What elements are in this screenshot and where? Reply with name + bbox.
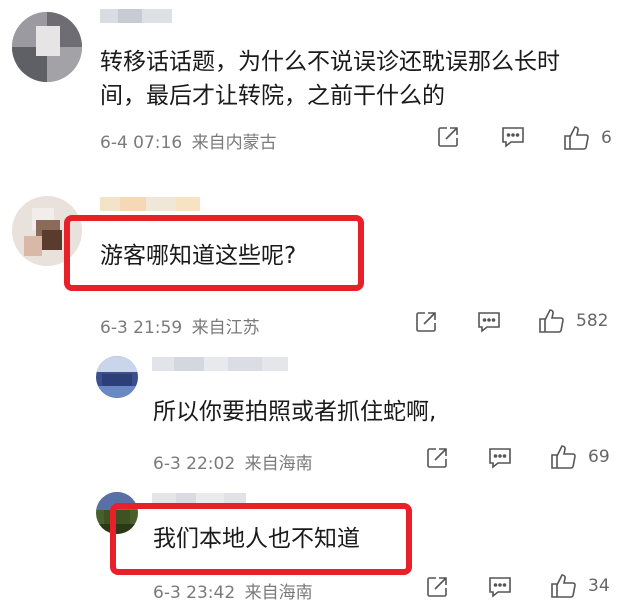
like-count: 6 bbox=[601, 128, 612, 148]
comment-button[interactable] bbox=[487, 575, 513, 599]
like-button[interactable]: 582 bbox=[538, 308, 608, 334]
like-count: 69 bbox=[588, 447, 610, 467]
like-count: 582 bbox=[576, 311, 609, 331]
comment-icon bbox=[489, 448, 511, 469]
share-icon bbox=[427, 448, 447, 468]
comment-button[interactable] bbox=[487, 446, 513, 470]
share-icon bbox=[416, 312, 436, 332]
comment-meta: 6-3 21:59 来自江苏 bbox=[100, 313, 260, 338]
comment-icon bbox=[478, 312, 500, 333]
comment-date: 6-3 21:59 bbox=[100, 318, 183, 338]
username-blurred[interactable] bbox=[100, 196, 200, 211]
comment-text: 我们本地人也不知道 bbox=[153, 526, 360, 552]
comment-meta: 6-3 23:42 来自海南 bbox=[153, 578, 313, 603]
comment-text-line-1: 转移话话题，为什么不说误诊还耽误那么长时 bbox=[100, 49, 560, 75]
share-button[interactable] bbox=[414, 310, 438, 334]
like-count: 34 bbox=[588, 576, 610, 596]
comment-icon bbox=[502, 127, 524, 148]
comment-text-line-2: 间，最后才让转院，之前干什么的 bbox=[100, 83, 445, 109]
share-icon bbox=[438, 127, 458, 147]
avatar[interactable] bbox=[12, 12, 82, 82]
like-icon bbox=[564, 126, 589, 150]
like-button[interactable]: 6 bbox=[563, 125, 612, 151]
comment-icon bbox=[489, 577, 511, 598]
comment-location: 来自内蒙古 bbox=[191, 133, 277, 153]
like-icon bbox=[539, 309, 564, 333]
share-button[interactable] bbox=[425, 575, 449, 599]
username-blurred[interactable] bbox=[100, 8, 172, 23]
like-button[interactable]: 69 bbox=[550, 444, 610, 470]
comment-date: 6-3 22:02 bbox=[153, 454, 236, 474]
comment-text: 所以你要拍照或者抓住蛇啊, bbox=[153, 399, 437, 425]
comment-meta: 6-4 07:16 来自内蒙古 bbox=[100, 128, 277, 153]
username-blurred[interactable] bbox=[152, 356, 288, 371]
comment-text: 游客哪知道这些呢? bbox=[100, 243, 297, 269]
like-icon bbox=[551, 445, 576, 469]
share-button[interactable] bbox=[436, 125, 460, 149]
comment-button[interactable] bbox=[500, 125, 526, 149]
comment-location: 来自江苏 bbox=[191, 318, 260, 338]
comment-date: 6-3 23:42 bbox=[153, 583, 236, 603]
avatar[interactable] bbox=[96, 356, 138, 398]
comment-location: 来自海南 bbox=[244, 583, 313, 603]
comment-location: 来自海南 bbox=[244, 454, 313, 474]
like-button[interactable]: 34 bbox=[550, 573, 610, 599]
like-icon bbox=[551, 574, 576, 598]
share-button[interactable] bbox=[425, 446, 449, 470]
comment-meta: 6-3 22:02 来自海南 bbox=[153, 449, 313, 474]
comment-date: 6-4 07:16 bbox=[100, 133, 183, 153]
comment-button[interactable] bbox=[476, 310, 502, 334]
share-icon bbox=[427, 577, 447, 597]
